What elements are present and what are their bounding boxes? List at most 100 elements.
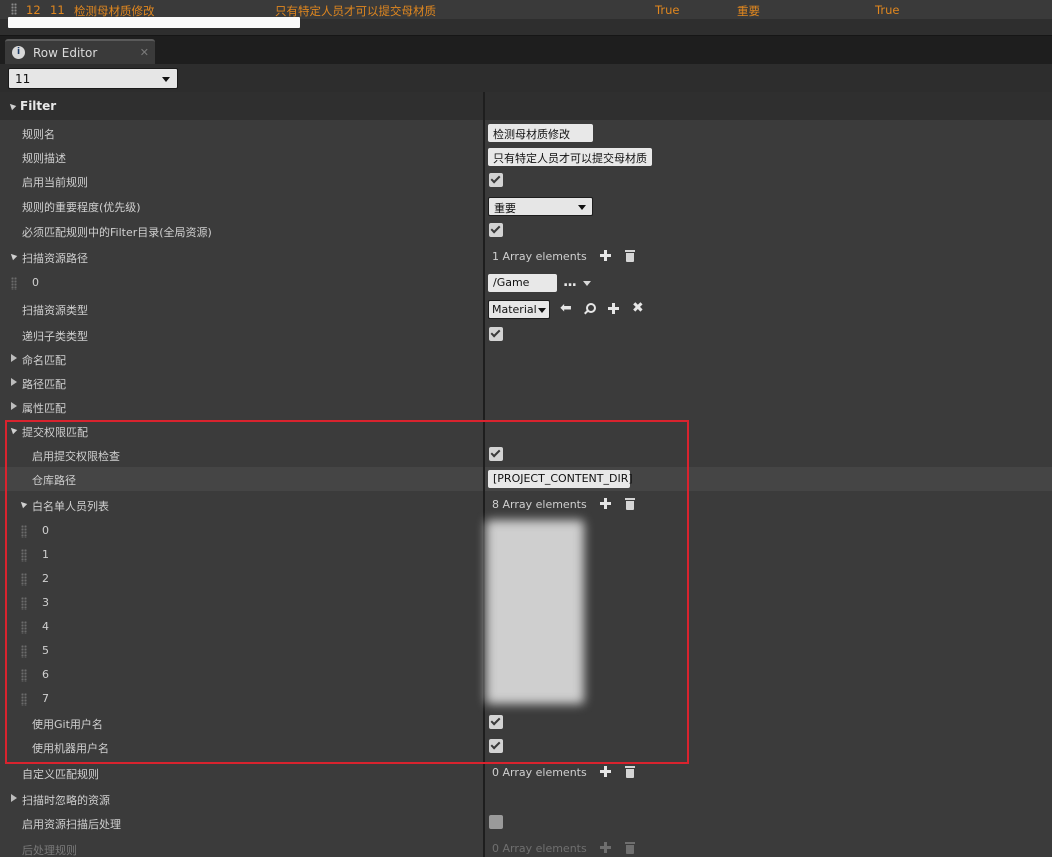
array-index: 3 xyxy=(42,596,49,609)
priority-dropdown[interactable]: 重要 xyxy=(488,197,593,216)
priority-value: 重要 xyxy=(494,202,516,215)
tab-row-editor[interactable]: i Row Editor ✕ xyxy=(5,39,155,65)
property-label: 递归子类类型 xyxy=(22,330,88,343)
property-label: 规则名 xyxy=(22,128,55,141)
recursive-checkbox[interactable] xyxy=(489,327,503,341)
property-label: 命名匹配 xyxy=(22,354,66,367)
row-index: 12 xyxy=(26,3,41,17)
expand-arrow-icon[interactable] xyxy=(11,402,17,410)
use-git-user-checkbox[interactable] xyxy=(489,715,503,729)
trash-icon[interactable] xyxy=(625,498,635,510)
row-name: 11 xyxy=(50,3,65,17)
rule-desc-input[interactable]: 只有特定人员才可以提交母材质 xyxy=(488,148,652,166)
drag-handle-icon[interactable] xyxy=(11,277,17,290)
add-element-icon[interactable] xyxy=(600,766,611,777)
use-selected-arrow-icon[interactable]: ⬅ xyxy=(560,300,572,316)
priority-cell: 重要 xyxy=(737,4,760,18)
drag-handle-icon[interactable] xyxy=(21,597,27,610)
property-label: 必须匹配规则中的Filter目录(全局资源) xyxy=(22,226,212,239)
trash-icon[interactable] xyxy=(625,766,635,778)
property-row-scan-asset-type: 扫描资源类型 Material ⬅ ✖ xyxy=(0,297,1052,321)
expand-arrow-icon[interactable] xyxy=(8,251,18,261)
property-row-property-match[interactable]: 属性匹配 xyxy=(0,395,1052,419)
enable-commit-check-checkbox[interactable] xyxy=(489,447,503,461)
drag-handle-icon[interactable] xyxy=(21,525,27,538)
property-label: 路径匹配 xyxy=(22,378,66,391)
property-row-use-git-user: 使用Git用户名 xyxy=(0,711,1052,735)
property-label: 使用Git用户名 xyxy=(32,718,103,731)
array-index: 6 xyxy=(42,668,49,681)
check-icon xyxy=(490,327,501,338)
property-row-commit-permission[interactable]: 提交权限匹配 xyxy=(0,419,1052,443)
property-label: 扫描资源路径 xyxy=(22,252,88,265)
array-index: 5 xyxy=(42,644,49,657)
property-row-priority: 规则的重要程度(优先级) 重要 xyxy=(0,194,1052,218)
trash-icon xyxy=(625,842,635,854)
expand-arrow-icon[interactable] xyxy=(8,425,18,435)
expand-arrow-icon[interactable] xyxy=(11,378,17,386)
array-count: 0 Array elements xyxy=(492,842,587,855)
array-index: 4 xyxy=(42,620,49,633)
property-label: 扫描时忽略的资源 xyxy=(22,794,110,807)
drag-handle-icon[interactable] xyxy=(21,669,27,682)
must-match-filter-checkbox[interactable] xyxy=(489,223,503,237)
tab-label: Row Editor xyxy=(33,46,98,60)
drag-handle-icon[interactable] xyxy=(21,621,27,634)
property-label: 仓库路径 xyxy=(32,474,76,487)
close-icon[interactable]: ✕ xyxy=(140,46,149,59)
add-element-icon[interactable] xyxy=(600,498,611,509)
property-label: 属性匹配 xyxy=(22,402,66,415)
drag-handle-icon[interactable] xyxy=(21,693,27,706)
chevron-down-icon xyxy=(578,205,586,210)
array-count: 0 Array elements xyxy=(492,766,587,779)
drag-handle-icon[interactable] xyxy=(11,3,17,15)
array-index: 7 xyxy=(42,692,49,705)
property-label: 启用当前规则 xyxy=(22,176,88,189)
row-editor-icon: i xyxy=(12,46,25,59)
property-row-scan-paths: 扫描资源路径 1 Array elements xyxy=(0,245,1052,269)
row-select-value: 11 xyxy=(15,72,31,86)
rule-name-input[interactable]: 检测母材质修改 xyxy=(488,124,593,142)
search-icon[interactable] xyxy=(584,303,596,314)
asset-type-dropdown[interactable]: Material xyxy=(488,300,550,319)
use-machine-user-checkbox[interactable] xyxy=(489,739,503,753)
array-index: 2 xyxy=(42,572,49,585)
property-row-whitelist: 白名单人员列表 8 Array elements xyxy=(0,493,1052,517)
expand-arrow-icon[interactable] xyxy=(18,499,28,509)
check-icon xyxy=(490,173,501,184)
row-select-dropdown[interactable]: 11 xyxy=(8,68,178,89)
expand-arrow-icon[interactable] xyxy=(11,794,17,802)
property-row-custom-rules: 自定义匹配规则 0 Array elements xyxy=(0,761,1052,785)
add-element-icon[interactable] xyxy=(600,250,611,261)
column-splitter[interactable] xyxy=(483,92,485,857)
scan-path-input[interactable]: /Game xyxy=(488,274,557,292)
expand-arrow-icon[interactable] xyxy=(11,354,17,362)
property-label: 规则的重要程度(优先级) xyxy=(22,201,141,214)
chevron-down-icon[interactable] xyxy=(583,281,591,286)
property-label: 使用机器用户名 xyxy=(32,742,109,755)
property-row-path-match[interactable]: 路径匹配 xyxy=(0,371,1052,395)
property-row-scan-ignored[interactable]: 扫描时忽略的资源 xyxy=(0,787,1052,811)
category-filter-header[interactable]: Filter xyxy=(0,92,1052,120)
enable-rule-checkbox[interactable] xyxy=(489,173,503,187)
property-row-name-match[interactable]: 命名匹配 xyxy=(0,347,1052,371)
clear-icon[interactable]: ✖ xyxy=(632,300,644,316)
chevron-down-icon xyxy=(538,308,546,313)
drag-handle-icon[interactable] xyxy=(21,573,27,586)
drag-handle-icon[interactable] xyxy=(21,645,27,658)
details-panel: Filter 规则名 检测母材质修改 规则描述 只有特定人员才可以提交母材质 启… xyxy=(0,92,1052,857)
more-options-icon[interactable]: ... xyxy=(563,274,577,290)
add-icon[interactable] xyxy=(608,303,619,314)
tab-bar: i Row Editor ✕ xyxy=(0,35,1052,65)
trash-icon[interactable] xyxy=(625,250,635,262)
drag-handle-icon[interactable] xyxy=(21,549,27,562)
horizontal-scrollbar[interactable] xyxy=(8,17,300,28)
post-process-checkbox[interactable] xyxy=(489,815,503,829)
check-icon xyxy=(490,739,501,750)
expand-arrow-icon[interactable] xyxy=(7,101,17,111)
property-row-enable-rule: 启用当前规则 xyxy=(0,169,1052,193)
array-index: 0 xyxy=(42,524,49,537)
repo-path-input[interactable]: [PROJECT_CONTENT_DIR] xyxy=(488,470,633,488)
chevron-down-icon xyxy=(162,77,170,82)
property-label: 白名单人员列表 xyxy=(32,500,109,513)
